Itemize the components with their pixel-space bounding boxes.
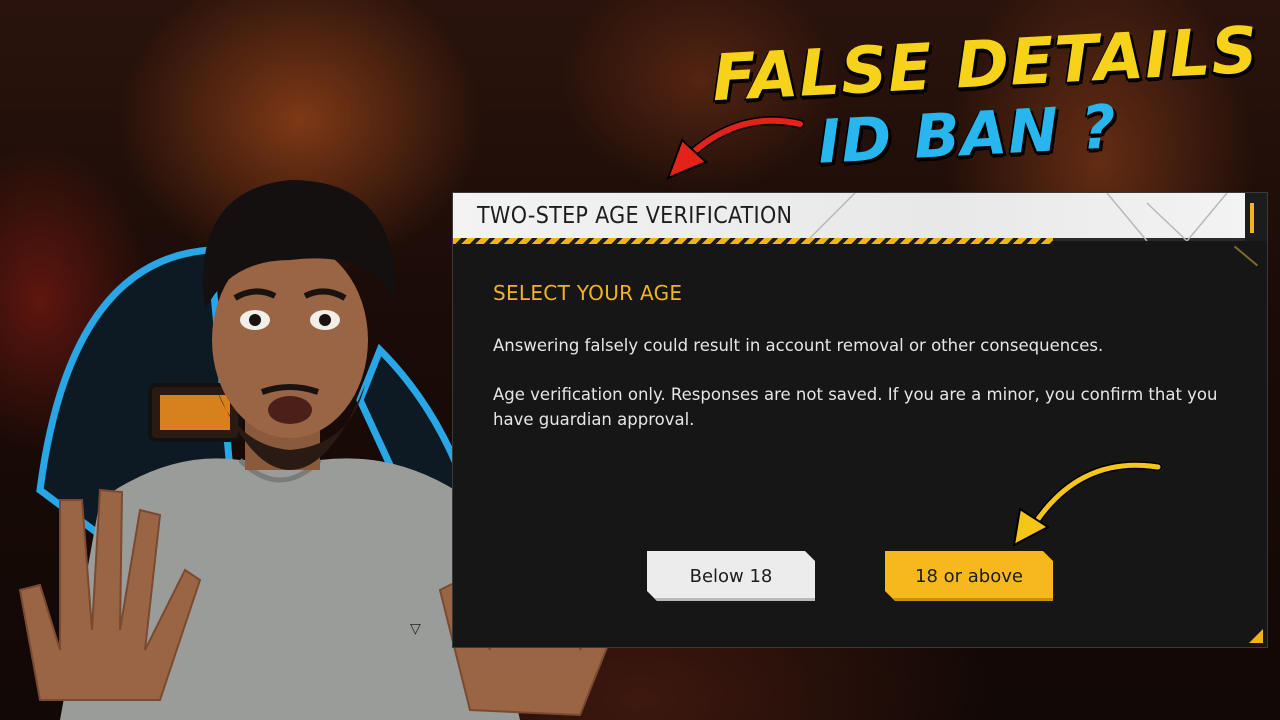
section-label: SELECT YOUR AGE: [493, 281, 683, 305]
corner-triangle-icon: [1249, 629, 1263, 643]
disclaimer-text: Age verification only. Responses are not…: [493, 385, 1218, 429]
warning-text: Answering falsely could result in accoun…: [493, 336, 1104, 355]
below-18-button[interactable]: Below 18: [647, 551, 815, 601]
red-arrow-icon: [666, 116, 805, 180]
18-or-above-button[interactable]: 18 or above: [885, 551, 1053, 601]
dialog-title: TWO-STEP AGE VERIFICATION: [477, 203, 793, 229]
age-verification-dialog: TWO-STEP AGE VERIFICATION SELECT YOUR AG…: [452, 192, 1268, 648]
dialog-header: TWO-STEP AGE VERIFICATION: [453, 193, 1267, 244]
headline-line-2: ID BAN ?: [816, 92, 1119, 178]
hazard-stripe: [453, 238, 1053, 244]
yellow-arrow-icon: [1012, 461, 1162, 547]
header-decoration: [807, 193, 1267, 241]
shirt-logo: ▽: [410, 621, 421, 637]
corner-accent: [1233, 245, 1259, 267]
